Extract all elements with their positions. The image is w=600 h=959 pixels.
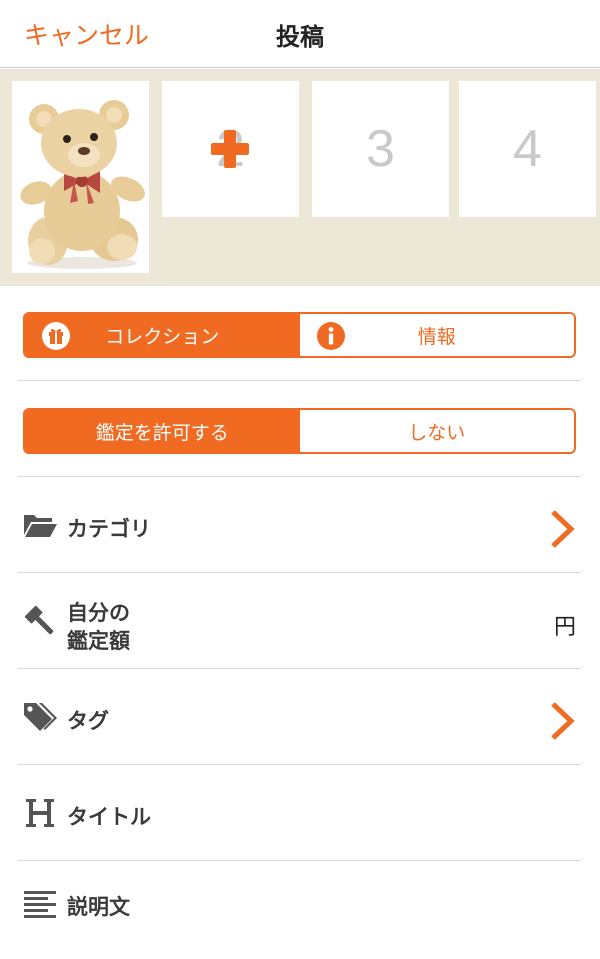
page-title: 投稿 bbox=[276, 23, 324, 51]
photo-strip: 2 3 4 bbox=[0, 69, 600, 286]
gift-icon bbox=[42, 322, 70, 350]
mode-segmented-control: コレクション 情報 bbox=[23, 312, 576, 358]
divider bbox=[18, 380, 581, 381]
appraisal-segmented-control: 鑑定を許可する しない bbox=[23, 408, 576, 454]
tag-row[interactable]: タグ bbox=[0, 669, 600, 765]
folder-icon bbox=[24, 515, 57, 537]
photo-slot-2[interactable]: 2 bbox=[162, 81, 299, 217]
title-row[interactable]: タイトル bbox=[0, 765, 600, 861]
chevron-right-icon bbox=[551, 702, 575, 740]
tab-info-label: 情報 bbox=[417, 325, 456, 348]
tag-label: タグ bbox=[67, 709, 109, 733]
nav-bar: キャンセル 投稿 bbox=[0, 0, 600, 68]
teddy-bear-photo bbox=[12, 81, 149, 273]
category-row[interactable]: カテゴリ bbox=[0, 477, 600, 573]
tab-collection-label: コレクション bbox=[105, 325, 220, 348]
slot-number: 3 bbox=[366, 120, 395, 178]
appraisal-deny-option[interactable]: しない bbox=[299, 410, 574, 452]
info-icon bbox=[316, 322, 345, 350]
self-appraisal-label-line1: 自分の bbox=[67, 601, 130, 625]
appraisal-allow-option[interactable]: 鑑定を許可する bbox=[25, 410, 300, 452]
price-unit: 円 bbox=[553, 615, 576, 640]
tags-icon bbox=[24, 703, 57, 731]
title-label: タイトル bbox=[67, 805, 151, 829]
self-appraisal-label-line2: 鑑定額 bbox=[67, 629, 130, 653]
photo-slot-1[interactable] bbox=[12, 81, 149, 273]
photo-slot-3[interactable]: 3 bbox=[312, 81, 449, 217]
gavel-icon bbox=[24, 605, 54, 635]
heading-icon bbox=[26, 799, 54, 827]
chevron-right-icon bbox=[551, 510, 575, 548]
description-label: 説明文 bbox=[67, 895, 130, 919]
photo-slot-4[interactable]: 4 bbox=[459, 81, 596, 217]
slot-number: 4 bbox=[513, 120, 542, 178]
add-photo-icon bbox=[211, 130, 249, 168]
tab-collection[interactable]: コレクション bbox=[25, 314, 300, 356]
description-row[interactable]: 説明文 bbox=[0, 861, 600, 957]
text-lines-icon bbox=[24, 891, 56, 918]
category-label: カテゴリ bbox=[67, 517, 151, 541]
tab-info[interactable]: 情報 bbox=[299, 314, 574, 356]
self-appraisal-row[interactable]: 自分の 鑑定額 円 bbox=[0, 573, 600, 669]
